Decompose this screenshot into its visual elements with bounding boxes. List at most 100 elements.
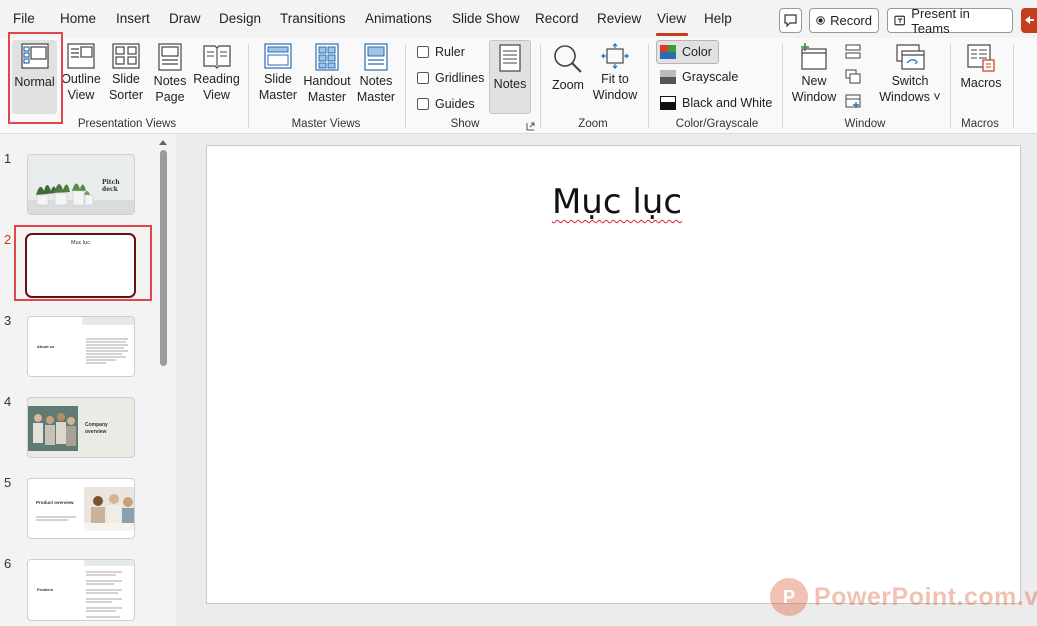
tab-view[interactable]: View [657, 11, 686, 26]
record-label: Record [830, 13, 872, 28]
color-grayscale-group-label: Color/Grayscale [675, 118, 759, 130]
tab-transitions[interactable]: Transitions [280, 11, 346, 26]
present-in-teams-button[interactable]: Present in Teams [887, 6, 1013, 36]
reading-view-button[interactable]: Reading View [193, 40, 240, 103]
gridlines-check-box[interactable] [417, 72, 429, 84]
scroll-up-arrow-icon[interactable] [159, 140, 167, 145]
watermark: P PowerPoint.com.vn [770, 578, 1037, 616]
handout-master-button[interactable]: Handout Master [302, 40, 352, 105]
macros-button[interactable]: Macros [958, 40, 1004, 91]
macros-label: Macros [960, 76, 1002, 90]
tab-slide-show[interactable]: Slide Show [452, 11, 520, 26]
notes-page-label-2: Page [155, 90, 185, 104]
gridlines-checkbox[interactable]: Gridlines [417, 71, 484, 85]
tab-review[interactable]: Review [597, 11, 641, 26]
arrange-all-icon[interactable] [845, 44, 861, 59]
ribbon-separator [405, 44, 406, 128]
notes-master-label-1: Notes [359, 74, 393, 88]
tab-home[interactable]: Home [60, 11, 96, 26]
powerpoint-logo-icon: P [770, 578, 808, 616]
slide-title-placeholder[interactable]: Mục lục [207, 182, 1027, 222]
slide-thumbnail-2[interactable]: Mục lục [25, 233, 136, 298]
slide-thumbnail-1[interactable]: Pitch deck [27, 154, 135, 215]
normal-view-icon [20, 43, 49, 69]
new-window-button[interactable]: New Window [789, 40, 839, 105]
presentation-views-group-label: Presentation Views [77, 118, 177, 130]
new-window-icon [801, 43, 827, 70]
notes-page-button[interactable]: Notes Page [149, 40, 191, 105]
fit-to-window-button[interactable]: Fit to Window [591, 40, 639, 103]
slide-sorter-icon [112, 43, 140, 69]
switch-windows-label-1: Switch [891, 74, 929, 88]
cascade-icon[interactable] [845, 69, 861, 84]
slide-thumbnail-3[interactable]: About us [27, 316, 135, 377]
slide-thumbnails-pane: 1 Pitch deck 2 Mục lục 3 About us 4 Comp… [0, 140, 176, 626]
slide-thumbnail-5[interactable]: Product overview [27, 478, 135, 539]
slide-number: 3 [4, 313, 12, 328]
ribbon-separator [648, 44, 649, 128]
record-button[interactable]: Record [809, 8, 879, 33]
ruler-checkbox[interactable]: Ruler [417, 45, 465, 59]
slide-title-text[interactable]: Mục lục [552, 182, 682, 222]
normal-view-button[interactable]: Normal [12, 40, 57, 114]
slide-thumbnail-4[interactable]: Company overview [27, 397, 135, 458]
fit-to-window-icon [601, 43, 629, 69]
outline-label-2: View [67, 88, 95, 102]
fit-label-1: Fit to [601, 72, 629, 86]
meeting-photo-image [84, 487, 134, 531]
tab-animations[interactable]: Animations [365, 11, 432, 26]
slide-master-button[interactable]: Slide Master [257, 40, 299, 103]
handout-master-icon [315, 43, 339, 71]
share-button[interactable] [1021, 8, 1037, 33]
notes-page-icon [158, 43, 182, 71]
outline-view-button[interactable]: Outline View [59, 40, 103, 103]
color-button[interactable]: Color [656, 40, 719, 64]
tab-draw[interactable]: Draw [169, 11, 201, 26]
guides-check-box[interactable] [417, 98, 429, 110]
macros-group-label: Macros [961, 118, 999, 130]
comments-button[interactable] [779, 8, 802, 33]
notes-page-label-1: Notes [153, 74, 187, 88]
slide-thumbnail-6[interactable]: Problem [27, 559, 135, 621]
ruler-check-box[interactable] [417, 46, 429, 58]
move-split-icon[interactable] [845, 94, 861, 109]
dialog-launcher-icon[interactable] [526, 122, 535, 131]
fit-label-2: Window [592, 88, 638, 102]
color-label: Color [682, 45, 712, 59]
tab-record[interactable]: Record [535, 11, 579, 26]
notes-toggle-button[interactable]: Notes [489, 40, 531, 114]
show-group-label: Show [450, 118, 480, 130]
tab-help[interactable]: Help [704, 11, 732, 26]
slide-sorter-button[interactable]: Slide Sorter [105, 40, 147, 103]
menu-bar: File Home Insert Draw Design Transitions… [0, 0, 1037, 38]
thumbnails-scrollbar[interactable] [158, 140, 168, 626]
reading-label-2: View [203, 88, 230, 102]
new-window-label-1: New [801, 74, 827, 88]
teams-icon [894, 15, 905, 26]
master-views-group-label: Master Views [291, 118, 361, 130]
magnifier-icon [554, 45, 582, 73]
guides-checkbox[interactable]: Guides [417, 97, 475, 111]
comment-icon [784, 14, 797, 27]
slide-number: 1 [4, 151, 12, 166]
current-slide-canvas[interactable]: Mục lục [206, 145, 1021, 604]
tab-insert[interactable]: Insert [116, 11, 150, 26]
tab-design[interactable]: Design [219, 11, 261, 26]
slide-6-title: Problem [37, 587, 54, 592]
macros-icon [967, 44, 995, 72]
record-icon [816, 16, 825, 25]
notes-master-button[interactable]: Notes Master [355, 40, 397, 105]
scrollbar-thumb[interactable] [160, 150, 167, 366]
black-and-white-button[interactable]: Black and White [660, 96, 772, 110]
window-group-label: Window [844, 118, 886, 130]
reading-label-1: Reading [193, 72, 240, 86]
switch-windows-button[interactable]: Switch Windows ˅ [877, 40, 943, 105]
guides-label: Guides [435, 97, 475, 111]
grayscale-button[interactable]: Grayscale [660, 70, 738, 84]
ribbon-view: Normal Outline View Slide Sorter Notes P… [0, 38, 1037, 134]
ribbon-separator [540, 44, 541, 128]
slide-number: 4 [4, 394, 12, 409]
zoom-button[interactable]: Zoom [549, 40, 587, 93]
switch-windows-icon [896, 44, 925, 70]
tab-file[interactable]: File [13, 11, 35, 26]
